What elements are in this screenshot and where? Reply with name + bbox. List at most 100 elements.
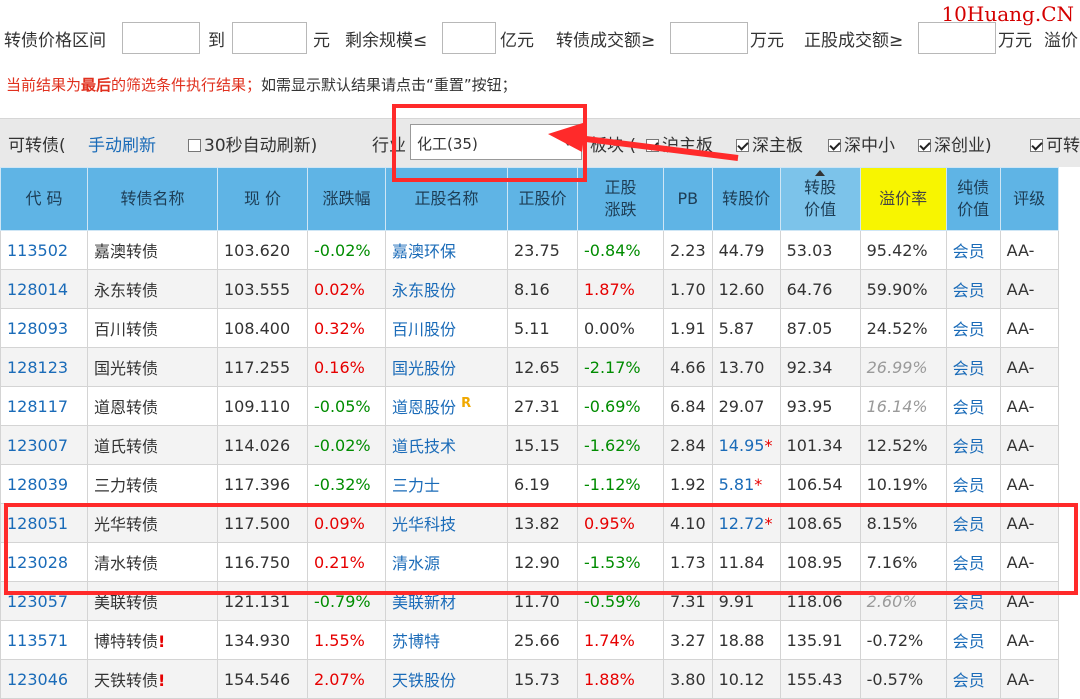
checkbox-icon[interactable] xyxy=(828,139,841,152)
bond-volume-input[interactable] xyxy=(670,22,748,54)
rating: AA- xyxy=(999,503,1059,543)
premium-rate: 7.16% xyxy=(859,542,947,582)
stock-name-link[interactable]: 清水源 xyxy=(392,554,440,573)
bond-code-link[interactable]: 123057 xyxy=(7,592,68,611)
conversion-value: 64.76 xyxy=(779,269,861,309)
bond-code-link[interactable]: 123007 xyxy=(7,436,68,455)
header-conversion-price[interactable]: 转股价 xyxy=(711,167,781,231)
stock-name-link[interactable]: 苏博特 xyxy=(392,632,440,651)
bond-price: 117.396 xyxy=(217,464,308,504)
header-stock-price[interactable]: 正股价 xyxy=(507,167,578,231)
bond-change: 2.07% xyxy=(307,659,386,699)
price-max-input[interactable] xyxy=(232,22,307,54)
header-change[interactable]: 涨跌幅 xyxy=(307,167,386,231)
bond-code-link[interactable]: 128051 xyxy=(7,514,68,533)
auto-refresh-checkbox[interactable] xyxy=(188,139,201,152)
conversion-value: 101.34 xyxy=(779,425,861,465)
tradable-option[interactable]: 可转 xyxy=(1030,131,1080,156)
stock-change: 1.87% xyxy=(577,269,664,309)
member-link[interactable]: 会员 xyxy=(953,515,985,534)
member-link[interactable]: 会员 xyxy=(953,281,985,300)
conversion-value: 108.95 xyxy=(779,542,861,582)
bond-volume-label: 转债成交额≥ xyxy=(556,31,656,51)
header-pb[interactable]: PB xyxy=(663,167,713,231)
member-link[interactable]: 会员 xyxy=(953,320,985,339)
manual-refresh-link[interactable]: 手动刷新 xyxy=(88,131,156,156)
header-conversion-value[interactable]: 转股 价值 xyxy=(779,167,861,231)
board-option-label: 沪主板 xyxy=(662,136,713,156)
member-link[interactable]: 会员 xyxy=(953,437,985,456)
stock-name-link[interactable]: 三力士 xyxy=(392,476,440,495)
stock-volume-input[interactable] xyxy=(918,22,996,54)
conversion-price-link[interactable]: 12.72 xyxy=(719,514,765,533)
header-bond-value[interactable]: 纯债 价值 xyxy=(945,167,1001,231)
premium-filter-label: 溢价 xyxy=(1044,31,1078,51)
table-row: 123046 天铁转债! 154.546 2.07% 天铁股份 15.73 1.88% 3.8… xyxy=(0,659,1059,699)
board-option-label: 深创业) xyxy=(934,136,992,156)
bond-code-link[interactable]: 128123 xyxy=(7,358,68,377)
conversion-price-link[interactable]: 14.95 xyxy=(719,436,765,455)
bond-price: 117.255 xyxy=(217,347,308,387)
stock-name-link[interactable]: 天铁股份 xyxy=(392,671,456,690)
member-link[interactable]: 会员 xyxy=(953,593,985,612)
stock-name-link[interactable]: 百川股份 xyxy=(392,320,456,339)
notice-suffix: 如需显示默认结果请点击“重置”按钮； xyxy=(261,76,517,94)
stock-name-link[interactable]: 嘉澳环保 xyxy=(392,242,456,261)
table-row: 123028 清水转债 116.750 0.21% 清水源 12.90 -1.53% 1.73… xyxy=(0,542,1059,582)
stock-name-link[interactable]: 国光股份 xyxy=(392,359,456,378)
pb-value: 4.66 xyxy=(663,347,713,387)
checkbox-icon[interactable] xyxy=(918,139,931,152)
checkbox-icon[interactable] xyxy=(646,139,659,152)
chevron-down-icon xyxy=(563,140,573,146)
member-link[interactable]: 会员 xyxy=(953,359,985,378)
stock-name-link[interactable]: 永东股份 xyxy=(392,281,456,300)
stock-name-link[interactable]: 美联新材 xyxy=(392,593,456,612)
bond-code-link[interactable]: 113571 xyxy=(7,631,68,650)
table-row: 128123 国光转债 117.255 0.16% 国光股份 12.65 -2.17% 4.6… xyxy=(0,347,1059,387)
member-link[interactable]: 会员 xyxy=(953,554,985,573)
member-link[interactable]: 会员 xyxy=(953,476,985,495)
bond-code-link[interactable]: 113502 xyxy=(7,241,68,260)
pb-value: 3.80 xyxy=(663,659,713,699)
header-rating[interactable]: 评级 xyxy=(999,167,1059,231)
board-option-sz[interactable]: 深主板 xyxy=(736,131,803,156)
board-option-sme[interactable]: 深中小 xyxy=(828,131,895,156)
premium-rate: 10.19% xyxy=(859,464,947,504)
bond-code-link[interactable]: 128093 xyxy=(7,319,68,338)
industry-select[interactable]: 化工(35) xyxy=(410,124,582,160)
conversion-price-link[interactable]: 5.81 xyxy=(719,475,755,494)
bond-name: 博特转债 xyxy=(94,632,159,651)
member-link[interactable]: 会员 xyxy=(953,671,985,690)
header-code[interactable]: 代 码 xyxy=(0,167,88,231)
member-link[interactable]: 会员 xyxy=(953,242,985,261)
board-option-sh[interactable]: 沪主板 xyxy=(646,131,713,156)
conversion-value: 106.54 xyxy=(779,464,861,504)
bond-code-link[interactable]: 128117 xyxy=(7,397,68,416)
pb-value: 1.92 xyxy=(663,464,713,504)
stock-price: 11.70 xyxy=(507,581,578,621)
bond-code-link[interactable]: 123046 xyxy=(7,670,68,689)
bond-code-link[interactable]: 128014 xyxy=(7,280,68,299)
bond-code-link[interactable]: 123028 xyxy=(7,553,68,572)
price-min-input[interactable] xyxy=(122,22,200,54)
stock-name-link[interactable]: 光华科技 xyxy=(392,515,456,534)
bond-code-link[interactable]: 128039 xyxy=(7,475,68,494)
bond-change: -0.32% xyxy=(307,464,386,504)
header-bond-name[interactable]: 转债名称 xyxy=(87,167,218,231)
pb-value: 2.23 xyxy=(663,230,713,270)
header-premium-rate[interactable]: 溢价率 xyxy=(859,167,947,231)
bond-price: 103.555 xyxy=(217,269,308,309)
stock-name-link[interactable]: 道氏技术 xyxy=(392,437,456,456)
header-stock-change[interactable]: 正股 涨跌 xyxy=(577,167,664,231)
header-stock-name[interactable]: 正股名称 xyxy=(385,167,508,231)
member-link[interactable]: 会员 xyxy=(953,398,985,417)
board-option-gem[interactable]: 深创业) xyxy=(918,131,992,156)
auto-refresh-option[interactable]: 30秒自动刷新) xyxy=(188,131,317,156)
member-link[interactable]: 会员 xyxy=(953,632,985,651)
remaining-max-input[interactable] xyxy=(442,22,496,54)
checkbox-icon[interactable] xyxy=(1030,139,1043,152)
header-price[interactable]: 现 价 xyxy=(217,167,308,231)
stock-name-link[interactable]: 道恩股份 xyxy=(392,398,456,417)
checkbox-icon[interactable] xyxy=(736,139,749,152)
premium-rate: 12.52% xyxy=(859,425,947,465)
